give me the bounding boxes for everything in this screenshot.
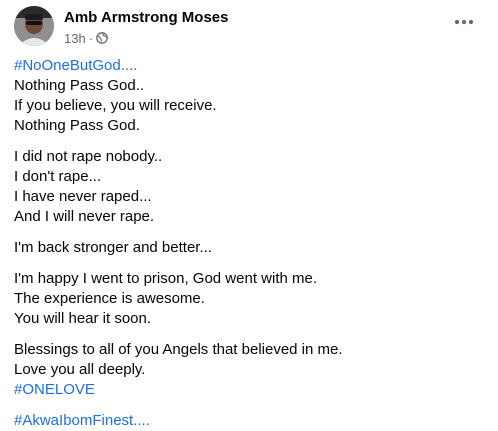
author-avatar[interactable] bbox=[14, 6, 54, 46]
post-body: #NoOneButGod.... Nothing Pass God.. If y… bbox=[14, 56, 484, 431]
globe-icon[interactable] bbox=[96, 32, 108, 44]
post-line: Nothing Pass God. bbox=[14, 117, 140, 134]
hashtag-akwaibom-finest[interactable]: #AkwaIbomFinest.... bbox=[14, 411, 484, 431]
paragraph-nothing-pass-god: Nothing Pass God.. If you believe, you w… bbox=[14, 76, 484, 136]
post-line: I'm happy I went to prison, God went wit… bbox=[14, 270, 318, 287]
hashtag-onelove[interactable]: #ONELOVE bbox=[14, 380, 484, 400]
post-line: Blessings to all of you Angels that beli… bbox=[14, 341, 343, 358]
more-horizontal-icon bbox=[454, 19, 474, 25]
post-line: Love you all deeply. bbox=[14, 361, 146, 378]
post-line: I'm back stronger and better... bbox=[14, 239, 212, 256]
hashtag-no-one-but-god[interactable]: #NoOneButGod.... bbox=[14, 56, 484, 76]
post-line: If you believe, you will receive. bbox=[14, 97, 217, 114]
post-line: I did not rape nobody.. bbox=[14, 148, 163, 165]
post-timestamp[interactable]: 13h bbox=[64, 31, 86, 46]
post-meta: 13h · bbox=[64, 30, 108, 46]
avatar-image bbox=[14, 6, 54, 46]
paragraph-denial: I did not rape nobody.. I don't rape... … bbox=[14, 147, 484, 227]
author-name[interactable]: Amb Armstrong Moses bbox=[64, 9, 228, 26]
post-line: You will hear it soon. bbox=[14, 310, 152, 327]
post-header: Amb Armstrong Moses 13h · bbox=[0, 0, 498, 56]
paragraph-back-stronger: I'm back stronger and better... bbox=[14, 238, 484, 258]
meta-separator: · bbox=[88, 30, 94, 46]
post-line: The experience is awesome. bbox=[14, 290, 205, 307]
paragraph-blessings: Blessings to all of you Angels that beli… bbox=[14, 340, 484, 400]
post-line: Nothing Pass God.. bbox=[14, 77, 145, 94]
post-options-button[interactable] bbox=[450, 8, 478, 36]
paragraph-prison: I'm happy I went to prison, God went wit… bbox=[14, 269, 484, 329]
post-line: And I will never rape. bbox=[14, 208, 155, 225]
post-line: I don't rape... bbox=[14, 168, 102, 185]
post-line: I have never raped... bbox=[14, 188, 152, 205]
